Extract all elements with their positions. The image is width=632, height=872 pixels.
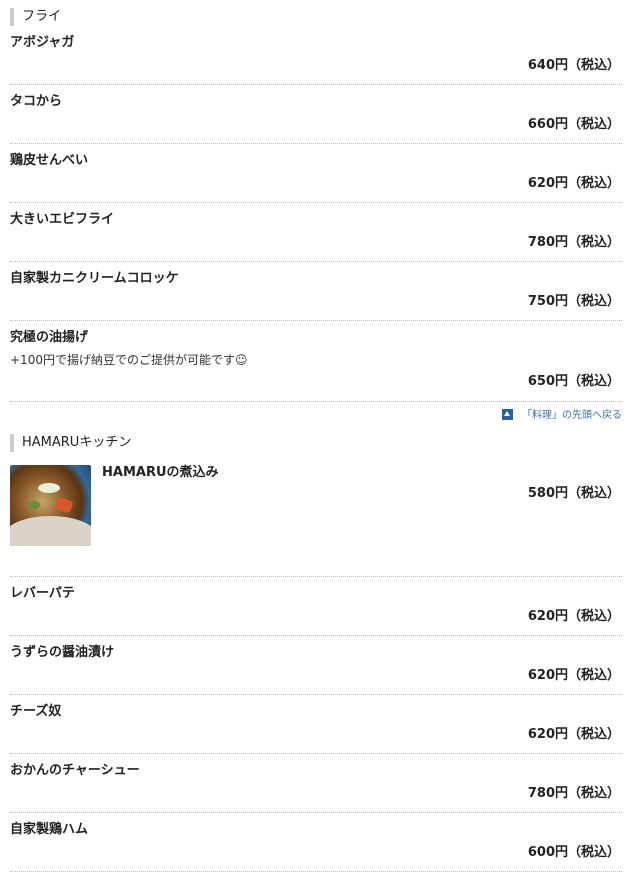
menu-item: 究極の油揚げ +100円で揚げ納豆でのご提供が可能です☺ 650円（税込）: [10, 321, 622, 402]
menu-item: タコから 660円（税込）: [10, 85, 622, 144]
menu-item: おかんのチャーシュー 780円（税込）: [10, 754, 622, 813]
menu-item: アボジャガ 640円（税込）: [10, 26, 622, 85]
item-name: うずらの醤油漬け: [10, 645, 115, 660]
item-name: 自家製カニクリームコロッケ: [10, 271, 179, 286]
item-name: 鶏皮せんべい: [10, 153, 89, 168]
item-price: 620円（税込）: [527, 609, 620, 624]
item-name: タコから: [10, 94, 63, 109]
menu-item: 自家製カニクリームコロッケ 750円（税込）: [10, 262, 622, 321]
item-name: おかんのチャーシュー: [10, 763, 140, 778]
item-name: チーズ奴: [10, 704, 62, 719]
item-name: 大きいエビフライ: [10, 212, 115, 227]
item-name: 自家製鶏ハム: [10, 822, 89, 837]
section-title: HAMARUキッチン: [10, 434, 632, 452]
item-name: 究極の油揚げ: [10, 330, 89, 345]
arrow-up-icon: [502, 409, 513, 420]
back-to-top-label[interactable]: 「料理」の先頭へ戻る: [522, 410, 622, 421]
item-price: 660円（税込）: [527, 117, 620, 132]
item-price: 620円（税込）: [527, 727, 620, 742]
menu-item: レバーパテ 620円（税込）: [10, 577, 622, 636]
menu-page: フライ アボジャガ 640円（税込） タコから 660円（税込） 鶏皮せんべい …: [0, 8, 632, 872]
menu-item: 大きいエビフライ 780円（税込）: [10, 203, 622, 262]
menu-item: 鶏皮せんべい 620円（税込）: [10, 144, 622, 203]
item-price: 620円（税込）: [527, 668, 620, 683]
menu-item: うずらの醤油漬け 620円（税込）: [10, 636, 622, 695]
item-price: 750円（税込）: [527, 294, 620, 309]
item-name: HAMARUの煮込み: [102, 465, 219, 480]
menu-item: HAMARUの煮込み 580円（税込）: [10, 452, 622, 577]
section-title: フライ: [10, 8, 632, 26]
item-price: 620円（税込）: [527, 176, 620, 191]
item-description: +100円で揚げ納豆でのご提供が可能です☺: [10, 353, 248, 367]
item-price: 780円（税込）: [527, 235, 620, 250]
dish-photo: [10, 465, 91, 546]
menu-item: 自家製鶏ハム 600円（税込）: [10, 813, 622, 872]
menu-item: チーズ奴 620円（税込）: [10, 695, 622, 754]
item-price: 780円（税込）: [527, 786, 620, 801]
back-to-top-link[interactable]: 「料理」の先頭へ戻る: [10, 402, 622, 430]
item-price: 600円（税込）: [527, 845, 620, 860]
item-name: レバーパテ: [10, 586, 75, 601]
item-price: 640円（税込）: [527, 58, 620, 73]
item-name: アボジャガ: [10, 35, 75, 50]
item-price: 650円（税込）: [527, 374, 620, 389]
item-price: 580円（税込）: [527, 486, 620, 501]
